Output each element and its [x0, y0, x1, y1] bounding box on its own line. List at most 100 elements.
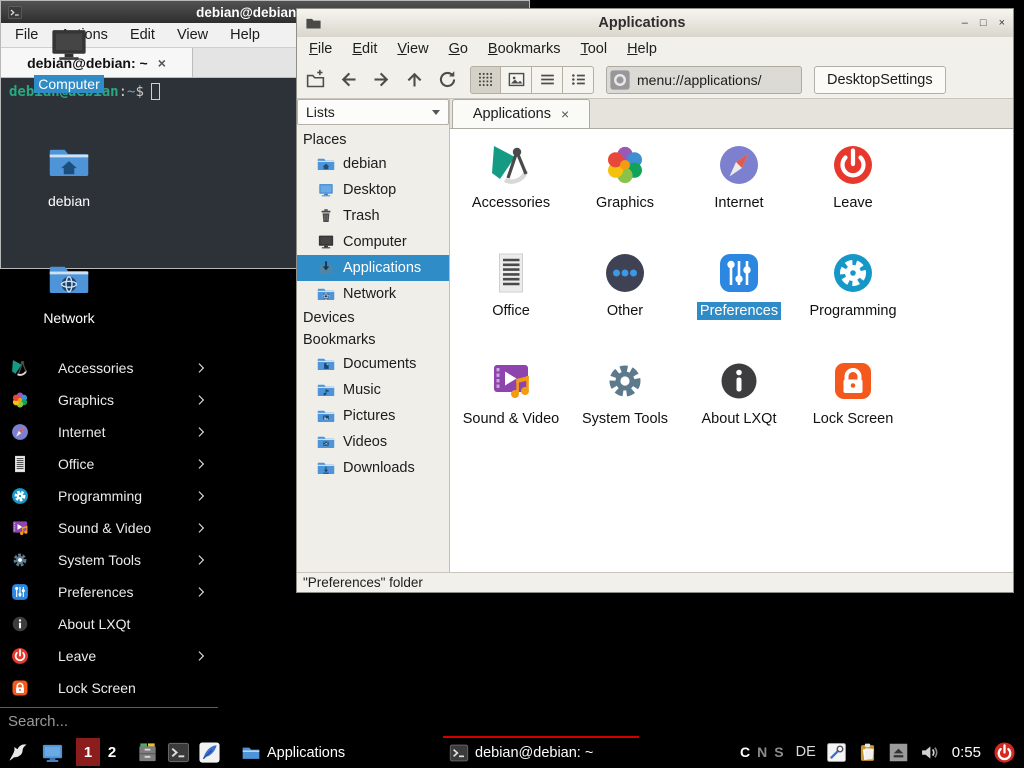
sidebar-item-pictures[interactable]: Pictures: [297, 403, 449, 429]
grid-item-preferences[interactable]: Preferences: [682, 247, 796, 355]
back-button[interactable]: [338, 69, 359, 90]
clipboard-tray-icon[interactable]: [857, 742, 878, 763]
fm-titlebar[interactable]: Applications – □ ×: [297, 9, 1013, 37]
grid-item-lock-screen[interactable]: Lock Screen: [796, 355, 910, 463]
eject-tray-icon[interactable]: [888, 742, 909, 763]
grid-item-about-lxqt[interactable]: About LXQt: [682, 355, 796, 463]
menu-search-input[interactable]: Search...: [0, 707, 218, 735]
fm-menu-help[interactable]: Help: [627, 41, 657, 57]
compact-view-icon: [538, 70, 557, 89]
desktop-icon-debian[interactable]: debian: [21, 141, 117, 211]
compact-view-button[interactable]: [532, 66, 563, 94]
power-button[interactable]: [993, 741, 1016, 764]
tab-close-icon[interactable]: ×: [158, 55, 166, 71]
keyboard-layout-indicator[interactable]: DE: [796, 744, 816, 760]
menu-item-label: System Tools: [58, 552, 141, 568]
sidebar-item-network[interactable]: Network: [297, 281, 449, 307]
thumbnail-view-icon: [507, 70, 526, 89]
address-text[interactable]: menu://applications/: [637, 72, 762, 88]
detailed-view-button[interactable]: [563, 66, 594, 94]
sidebar-item-applications[interactable]: Applications: [297, 255, 449, 281]
terminal-menu-view[interactable]: View: [177, 27, 208, 43]
chevron-right-icon: [194, 553, 208, 567]
minimize-button[interactable]: –: [962, 17, 968, 29]
menu-item-preferences[interactable]: Preferences: [0, 576, 218, 608]
accessories-icon: [487, 141, 535, 189]
grid-item-system-tools[interactable]: System Tools: [568, 355, 682, 463]
desktop-icon-computer[interactable]: Computer: [21, 24, 117, 94]
desktop-icon: [317, 181, 335, 199]
close-button[interactable]: ×: [999, 17, 1005, 29]
menu-item-system-tools[interactable]: System Tools: [0, 544, 218, 576]
menu-item-label: Preferences: [58, 584, 133, 600]
task-button-terminal[interactable]: debian@debian: ~: [443, 736, 639, 768]
office-icon: [10, 454, 30, 474]
sidebar-item-desktop[interactable]: Desktop: [297, 177, 449, 203]
task-button-applications[interactable]: Applications: [235, 736, 431, 768]
tab-close-icon[interactable]: ×: [561, 106, 569, 122]
thumbnail-view-button[interactable]: [501, 66, 532, 94]
volume-tray-icon[interactable]: [919, 742, 940, 763]
grid-item-label: Lock Screen: [810, 410, 897, 428]
grid-item-internet[interactable]: Internet: [682, 139, 796, 247]
sidebar-item-documents[interactable]: Documents: [297, 351, 449, 377]
grid-item-other[interactable]: Other: [568, 247, 682, 355]
up-button[interactable]: [404, 69, 425, 90]
workspace-2-button[interactable]: 2: [100, 738, 124, 766]
menu-item-leave[interactable]: Leave: [0, 640, 218, 672]
menu-item-internet[interactable]: Internet: [0, 416, 218, 448]
terminal-menu-edit[interactable]: Edit: [130, 27, 155, 43]
screenshot-tray-icon[interactable]: [826, 742, 847, 763]
fm-menu-view[interactable]: View: [397, 41, 428, 57]
task-label: debian@debian: ~: [475, 745, 593, 761]
tab-applications[interactable]: Applications ×: [452, 99, 590, 128]
grid-item-graphics[interactable]: Graphics: [568, 139, 682, 247]
terminal-menu-help[interactable]: Help: [230, 27, 260, 43]
clock[interactable]: 0:55: [952, 744, 981, 761]
menu-item-graphics[interactable]: Graphics: [0, 384, 218, 416]
menu-item-sound-video[interactable]: Sound & Video: [0, 512, 218, 544]
featherpad-launcher[interactable]: [198, 741, 221, 764]
fm-menu-tool[interactable]: Tool: [580, 41, 607, 57]
desktop-icon-network[interactable]: Network: [21, 258, 117, 328]
sidebar-item-music[interactable]: Music: [297, 377, 449, 403]
app-menu-button[interactable]: [6, 741, 29, 764]
fm-menu-bookmarks[interactable]: Bookmarks: [488, 41, 561, 57]
terminal-launcher[interactable]: [167, 741, 190, 764]
fm-menu-go[interactable]: Go: [449, 41, 468, 57]
file-manager-launcher[interactable]: [136, 741, 159, 764]
system-tools-icon: [601, 357, 649, 405]
show-desktop-button[interactable]: [41, 741, 64, 764]
menu-item-about-lxqt[interactable]: About LXQt: [0, 608, 218, 640]
menu-item-accessories[interactable]: Accessories: [0, 352, 218, 384]
desktop-settings-button[interactable]: DesktopSettings: [814, 66, 946, 94]
fm-menu-file[interactable]: File: [309, 41, 332, 57]
sidebar-item-trash[interactable]: Trash: [297, 203, 449, 229]
side-pane-mode-select[interactable]: Lists: [297, 99, 449, 125]
new-tab-button[interactable]: [305, 69, 326, 90]
workspace-1-button[interactable]: 1: [76, 738, 100, 766]
reload-button[interactable]: [437, 69, 458, 90]
sidebar-item-debian[interactable]: debian: [297, 151, 449, 177]
icon-view-button[interactable]: [470, 66, 501, 94]
fm-menu-edit[interactable]: Edit: [352, 41, 377, 57]
sidebar-item-computer[interactable]: Computer: [297, 229, 449, 255]
address-bar[interactable]: menu://applications/: [606, 66, 802, 94]
menu-item-lock-screen[interactable]: Lock Screen: [0, 672, 218, 704]
menu-item-programming[interactable]: Programming: [0, 480, 218, 512]
maximize-button[interactable]: □: [980, 17, 987, 29]
grid-item-sound-video[interactable]: Sound & Video: [454, 355, 568, 463]
grid-item-leave[interactable]: Leave: [796, 139, 910, 247]
fm-toolbar: menu://applications/ DesktopSettings: [297, 61, 1013, 99]
sidebar-item-downloads[interactable]: Downloads: [297, 455, 449, 481]
sidebar-item-videos[interactable]: Videos: [297, 429, 449, 455]
chevron-right-icon: [194, 489, 208, 503]
grid-item-programming[interactable]: Programming: [796, 247, 910, 355]
menu-item-label: Accessories: [58, 360, 133, 376]
grid-item-office[interactable]: Office: [454, 247, 568, 355]
grid-item-accessories[interactable]: Accessories: [454, 139, 568, 247]
menu-item-office[interactable]: Office: [0, 448, 218, 480]
detailed-view-icon: [569, 70, 588, 89]
forward-button[interactable]: [371, 69, 392, 90]
other-icon: [601, 249, 649, 297]
